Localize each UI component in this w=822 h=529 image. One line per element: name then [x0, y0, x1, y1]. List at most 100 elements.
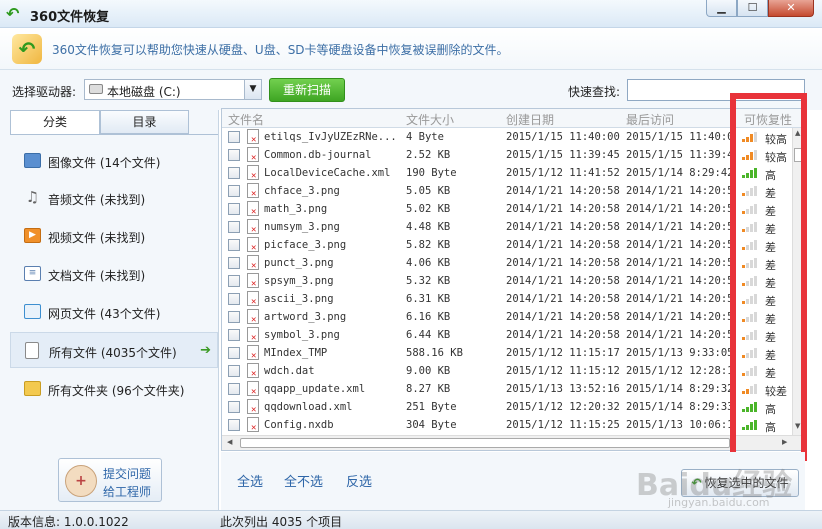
row-checkbox[interactable]	[228, 203, 240, 215]
deleted-file-icon: ✕	[247, 237, 259, 253]
table-row[interactable]: ✕ artword_3.png 6.16 KB 2014/1/21 14:20:58 2…	[222, 308, 792, 326]
table-row[interactable]: ✕ Common.db-journal 2.52 KB 2015/1/15 11:39…	[222, 146, 792, 164]
file-name: artword_3.png	[264, 311, 347, 323]
category-video[interactable]: ▶ 视频文件 (未找到)	[10, 218, 218, 254]
table-row[interactable]: ✕ picface_3.png 5.82 KB 2014/1/21 14:20:58 2…	[222, 236, 792, 254]
scroll-up-icon[interactable]: ▲	[795, 129, 800, 137]
header-accessed[interactable]: 最后访问	[626, 111, 674, 128]
category-images[interactable]: 图像文件 (14个文件)	[10, 143, 218, 179]
row-checkbox[interactable]	[228, 329, 240, 341]
rescan-button[interactable]: 重新扫描	[269, 78, 345, 102]
submit-issue-button[interactable]: + 提交问题 给工程师	[58, 458, 162, 502]
select-all-link[interactable]: 全选	[237, 471, 263, 490]
header-created[interactable]: 创建日期	[506, 111, 554, 128]
scroll-thumb[interactable]	[794, 148, 803, 162]
table-row[interactable]: ✕ chface_3.png 5.05 KB 2014/1/21 14:20:58 20…	[222, 182, 792, 200]
created-date: 2014/1/21 14:20:58	[506, 185, 620, 197]
deleted-file-icon: ✕	[247, 309, 259, 325]
row-checkbox[interactable]	[228, 383, 240, 395]
signal-bars-icon	[742, 276, 760, 286]
chevron-down-icon[interactable]: ▼	[244, 80, 261, 99]
created-date: 2014/1/21 14:20:58	[506, 293, 620, 305]
scroll-left-icon[interactable]: ◀	[227, 438, 232, 446]
tab-category[interactable]: 分类	[10, 110, 100, 134]
created-date: 2014/1/21 14:20:58	[506, 239, 620, 251]
row-checkbox[interactable]	[228, 131, 240, 143]
category-documents[interactable]: ≡ 文档文件 (未找到)	[10, 256, 218, 292]
quick-find-input[interactable]	[627, 79, 805, 101]
row-checkbox[interactable]	[228, 257, 240, 269]
row-checkbox[interactable]	[228, 221, 240, 233]
accessed-date: 2014/1/21 14:20:5	[626, 257, 734, 269]
row-checkbox[interactable]	[228, 365, 240, 377]
header-size[interactable]: 文件大小	[406, 111, 454, 128]
delete-mark-icon: ✕	[251, 423, 257, 433]
scroll-right-icon[interactable]: ▶	[782, 438, 787, 446]
category-audio[interactable]: ♫ 音频文件 (未找到)	[10, 180, 218, 216]
close-button[interactable]: ✕	[768, 0, 814, 17]
file-icon	[25, 342, 39, 359]
window-title: 360文件恢复	[30, 10, 110, 25]
table-row[interactable]: ✕ etilqs_IvJyUZEzRNe... 4 Byte 2015/1/15 11…	[222, 128, 792, 146]
signal-bar	[746, 226, 749, 232]
minimize-button[interactable]: ▁	[706, 0, 737, 17]
signal-bar	[746, 190, 749, 196]
table-row[interactable]: ✕ math_3.png 5.02 KB 2014/1/21 14:20:58 2014…	[222, 200, 792, 218]
table-row[interactable]: ✕ LocalDeviceCache.xml 190 Byte 2015/1/12 1…	[222, 164, 792, 182]
recoverability-label: 高	[765, 421, 776, 434]
vertical-scrollbar[interactable]: ▲ ▼	[792, 128, 804, 435]
row-checkbox[interactable]	[228, 275, 240, 287]
file-size: 251 Byte	[406, 401, 457, 413]
select-none-link[interactable]: 全不选	[284, 471, 323, 490]
row-checkbox[interactable]	[228, 347, 240, 359]
row-checkbox[interactable]	[228, 419, 240, 431]
signal-bar	[742, 139, 745, 142]
signal-bar	[746, 262, 749, 268]
category-label: 视频文件 (未找到)	[48, 231, 146, 245]
table-row[interactable]: ✕ qqdownload.xml 251 Byte 2015/1/12 12:20:3…	[222, 398, 792, 416]
table-row[interactable]: ✕ qqapp_update.xml 8.27 KB 2015/1/13 13:52:…	[222, 380, 792, 398]
file-size: 5.05 KB	[406, 185, 451, 197]
signal-bar	[754, 150, 757, 160]
file-name: ascii_3.png	[264, 293, 334, 305]
drive-select[interactable]: 本地磁盘 (C:) ▼	[84, 79, 262, 100]
deleted-file-icon: ✕	[247, 129, 259, 145]
file-name: Config.nxdb	[264, 419, 334, 431]
signal-bar	[742, 391, 745, 394]
invert-selection-link[interactable]: 反选	[346, 471, 372, 490]
accessed-date: 2014/1/21 14:20:5	[626, 203, 734, 215]
row-checkbox[interactable]	[228, 311, 240, 323]
row-checkbox[interactable]	[228, 149, 240, 161]
file-name: picface_3.png	[264, 239, 347, 251]
header-name[interactable]: 文件名	[228, 111, 264, 128]
category-web[interactable]: 网页文件 (43个文件)	[10, 294, 218, 330]
table-row[interactable]: ✕ spsym_3.png 5.32 KB 2014/1/21 14:20:58 201…	[222, 272, 792, 290]
table-row[interactable]: ✕ numsym_3.png 4.48 KB 2014/1/21 14:20:58 20…	[222, 218, 792, 236]
header-recoverability[interactable]: 可恢复性	[744, 111, 792, 128]
signal-bar	[742, 427, 745, 430]
row-checkbox[interactable]	[228, 185, 240, 197]
accessed-date: 2014/1/21 14:20:5	[626, 239, 734, 251]
scroll-down-icon[interactable]: ▼	[795, 422, 800, 430]
table-row[interactable]: ✕ symbol_3.png 6.44 KB 2014/1/21 14:20:58 20…	[222, 326, 792, 344]
category-all-folders[interactable]: 所有文件夹 (96个文件夹)	[10, 371, 218, 407]
row-checkbox[interactable]	[228, 239, 240, 251]
table-row[interactable]: ✕ ascii_3.png 6.31 KB 2014/1/21 14:20:58 201…	[222, 290, 792, 308]
tab-directory[interactable]: 目录	[100, 110, 189, 134]
category-label: 文档文件 (未找到)	[48, 269, 146, 283]
row-checkbox[interactable]	[228, 293, 240, 305]
signal-bar	[750, 260, 753, 268]
table-row[interactable]: ✕ Config.nxdb 304 Byte 2015/1/12 11:15:25 20…	[222, 416, 792, 434]
accessed-date: 2015/1/13 10:06:1	[626, 419, 734, 431]
maximize-button[interactable]: ☐	[737, 0, 768, 17]
table-row[interactable]: ✕ wdch.dat 9.00 KB 2015/1/12 11:15:12 2015/1…	[222, 362, 792, 380]
table-row[interactable]: ✕ MIndex_TMP 588.16 KB 2015/1/12 11:15:17 20…	[222, 344, 792, 362]
file-name: MIndex_TMP	[264, 347, 328, 359]
horizontal-scrollbar[interactable]: ◀ ▶	[222, 435, 804, 450]
category-all-files[interactable]: 所有文件 (4035个文件) ➔	[10, 332, 218, 368]
row-checkbox[interactable]	[228, 401, 240, 413]
table-row[interactable]: ✕ punct_3.png 4.06 KB 2014/1/21 14:20:58 201…	[222, 254, 792, 272]
deleted-file-icon: ✕	[247, 147, 259, 163]
row-checkbox[interactable]	[228, 167, 240, 179]
scroll-thumb[interactable]	[240, 438, 730, 448]
